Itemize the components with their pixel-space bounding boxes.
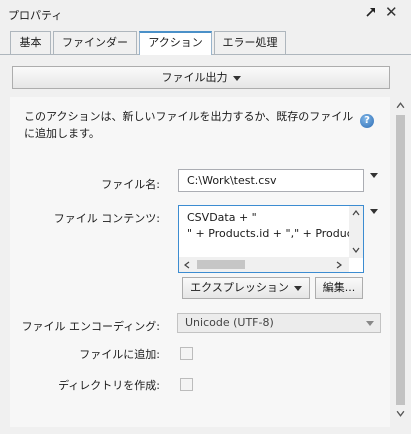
scroll-up-icon[interactable]	[396, 101, 405, 110]
encoding-value: Unicode (UTF-8)	[185, 316, 274, 329]
file-contents-line: CSVData + "	[187, 211, 257, 224]
file-name-input[interactable]: C:\Work\test.csv	[178, 169, 364, 192]
tab-label: アクション	[148, 36, 203, 49]
create-directory-label: ディレクトリを作成:	[58, 379, 160, 392]
edit-button[interactable]: 編集...	[315, 277, 363, 299]
file-name-value: C:\Work\test.csv	[187, 174, 277, 187]
panel-titlebar: プロパティ ✕	[0, 0, 411, 26]
create-directory-checkbox[interactable]	[180, 378, 193, 391]
panel-title: プロパティ	[8, 9, 63, 22]
action-type-label: ファイル出力	[161, 71, 228, 84]
file-name-menu-icon[interactable]	[370, 173, 378, 178]
file-contents-textarea[interactable]: CSVData + " " + Products.id + "," + Prod…	[178, 205, 364, 273]
panel-scrollbar[interactable]	[392, 97, 409, 427]
tab-basic[interactable]: 基本	[10, 31, 51, 54]
close-icon[interactable]: ✕	[385, 3, 398, 21]
chevron-down-icon	[366, 321, 374, 326]
scroll-up-icon[interactable]	[352, 209, 360, 217]
append-label: ファイルに追加:	[79, 348, 160, 361]
action-description: このアクションは、新しいファイルを出力するか、既存のファイルに追加します。	[24, 110, 354, 140]
file-contents-label: ファイル コンテンツ:	[53, 212, 160, 225]
expression-button-label: エクスプレッション	[190, 281, 289, 294]
file-name-label: ファイル名:	[101, 178, 160, 191]
tab-finder[interactable]: ファインダー	[53, 31, 137, 54]
help-icon[interactable]: ?	[360, 114, 374, 128]
chevron-down-icon	[293, 285, 302, 291]
scroll-down-icon[interactable]	[396, 409, 405, 418]
file-contents-menu-icon[interactable]	[370, 209, 378, 214]
encoding-select[interactable]: Unicode (UTF-8)	[177, 313, 381, 333]
pin-icon[interactable]	[364, 5, 378, 19]
horizontal-scroll-thumb[interactable]	[197, 260, 245, 269]
panel-scroll-thumb[interactable]	[396, 115, 405, 405]
scroll-right-icon[interactable]	[335, 261, 343, 269]
tab-label: エラー処理	[222, 36, 278, 49]
chevron-down-icon	[232, 75, 241, 81]
action-type-dropdown[interactable]: ファイル出力	[12, 66, 390, 89]
edit-button-label: 編集...	[322, 281, 356, 294]
file-contents-line: " + Products.id + "," + Products.Na	[187, 227, 364, 240]
tab-error-handling[interactable]: エラー処理	[214, 31, 286, 54]
encoding-label: ファイル エンコーディング:	[21, 320, 160, 333]
vertical-scrollbar[interactable]	[349, 206, 363, 258]
scroll-down-icon[interactable]	[352, 246, 360, 254]
horizontal-scrollbar[interactable]	[179, 257, 349, 272]
tab-label: 基本	[19, 36, 42, 49]
scroll-left-icon[interactable]	[183, 261, 191, 269]
append-checkbox[interactable]	[180, 347, 193, 360]
tab-action[interactable]: アクション	[139, 31, 212, 55]
tab-label: ファインダー	[62, 36, 128, 49]
expression-button[interactable]: エクスプレッション	[182, 277, 310, 299]
